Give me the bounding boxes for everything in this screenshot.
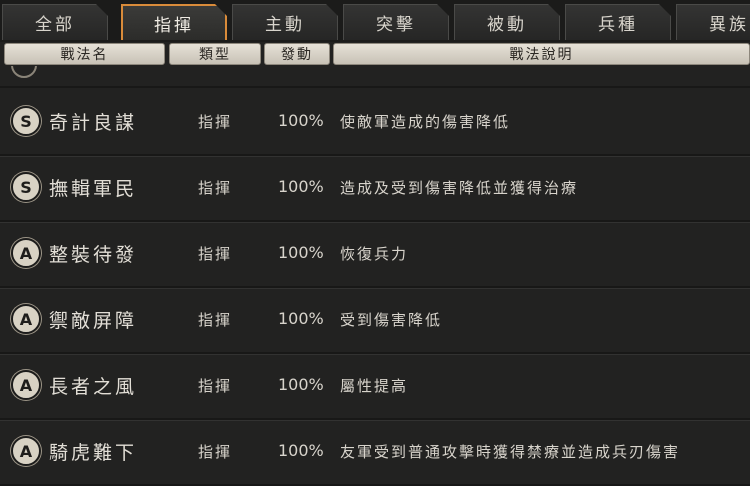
tactic-trigger-rate: 100%	[278, 375, 324, 394]
grade-badge: A	[11, 238, 41, 268]
tactic-type: 指揮	[198, 245, 233, 263]
tactic-name: 禦敵屏障	[49, 310, 138, 332]
list-item[interactable]: A 禦敵屏障 指揮 100% 受到傷害降低	[0, 288, 750, 354]
tab-bar: 全部 指揮 主動 突擊 被動 兵種 異族	[0, 0, 750, 42]
tab-all[interactable]: 全部	[2, 4, 108, 40]
list-item[interactable]: A 長者之風 指揮 100% 屬性提高	[0, 354, 750, 420]
list-item[interactable]: A 整裝待發 指揮 100% 恢復兵力	[0, 222, 750, 288]
tab-command[interactable]: 指揮	[121, 4, 227, 40]
tactic-trigger-rate: 100%	[278, 177, 324, 196]
tactic-name: 奇計良謀	[49, 112, 138, 134]
column-header-trigger[interactable]: 發動	[264, 43, 330, 65]
tactic-type: 指揮	[198, 443, 233, 461]
tab-active[interactable]: 主動	[232, 4, 338, 40]
column-header-type[interactable]: 類型	[169, 43, 261, 65]
grade-badge: S	[11, 106, 41, 136]
grade-badge: A	[11, 304, 41, 334]
tactic-type: 指揮	[198, 377, 233, 395]
tactic-type: 指揮	[198, 179, 233, 197]
tactic-trigger-rate: 100%	[278, 243, 324, 262]
grade-badge: A	[11, 370, 41, 400]
grade-badge: S	[11, 172, 41, 202]
tactic-type: 指揮	[198, 311, 233, 329]
tactic-name: 撫輯軍民	[49, 178, 138, 200]
tactic-trigger-rate: 100%	[278, 111, 324, 130]
tactic-description: 造成及受到傷害降低並獲得治療	[340, 179, 579, 197]
tactics-list[interactable]: S 奇計良謀 指揮 100% 使敵軍造成的傷害降低 S 撫輯軍民 指揮 100%…	[0, 66, 750, 486]
list-item[interactable]: S 奇計良謀 指揮 100% 使敵軍造成的傷害降低	[0, 90, 750, 156]
list-item[interactable]: A 騎虎難下 指揮 100% 友軍受到普通攻擊時獲得禁療並造成兵刃傷害	[0, 420, 750, 486]
tactic-description: 使敵軍造成的傷害降低	[340, 113, 511, 131]
tactic-name: 騎虎難下	[49, 442, 138, 464]
column-header-description[interactable]: 戰法說明	[333, 43, 750, 65]
tab-foreign[interactable]: 異族	[676, 4, 750, 40]
grade-badge-partial	[11, 66, 37, 78]
tab-assault[interactable]: 突擊	[343, 4, 449, 40]
tactic-description: 恢復兵力	[340, 245, 409, 263]
tactic-name: 長者之風	[49, 376, 138, 398]
tactic-trigger-rate: 100%	[278, 441, 324, 460]
tab-passive[interactable]: 被動	[454, 4, 560, 40]
list-item[interactable]: S 撫輯軍民 指揮 100% 造成及受到傷害降低並獲得治療	[0, 156, 750, 222]
tactic-description: 屬性提高	[340, 377, 409, 395]
column-header-name[interactable]: 戰法名	[4, 43, 165, 65]
tactic-trigger-rate: 100%	[278, 309, 324, 328]
grade-badge: A	[11, 436, 41, 466]
tab-troop-type[interactable]: 兵種	[565, 4, 671, 40]
tactic-type: 指揮	[198, 113, 233, 131]
list-item-partial[interactable]	[0, 66, 750, 88]
tactic-description: 受到傷害降低	[340, 311, 443, 329]
tactic-name: 整裝待發	[49, 244, 138, 266]
tactic-description: 友軍受到普通攻擊時獲得禁療並造成兵刃傷害	[340, 443, 681, 461]
